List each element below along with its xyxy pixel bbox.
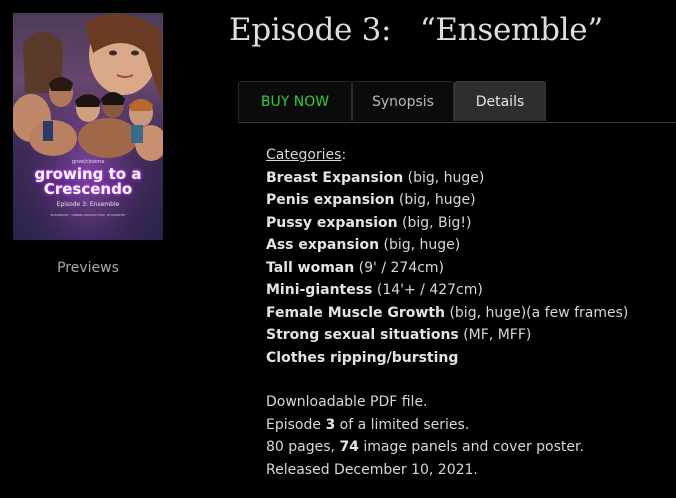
pages-prefix: 80 pages, — [266, 439, 340, 455]
category-name: Ass expansion — [266, 237, 380, 253]
poster-title-line2: Crescendo — [43, 180, 133, 198]
poster-credits: BUSTARTIST · CINEMA PRODUCTION · BUSTART… — [50, 213, 126, 217]
category-detail: (big, huge) — [394, 192, 476, 208]
category-name: Female Muscle Growth — [266, 304, 445, 321]
category-item: Clothes ripping/bursting — [266, 347, 670, 370]
episode-info: Downloadable PDF file. Episode 3 of a li… — [266, 391, 670, 481]
category-detail: (9' / 274cm) — [354, 259, 445, 276]
categories-heading-row: Categories: — [266, 144, 670, 167]
episode-number: 3 — [325, 416, 336, 433]
episode-prefix: Episode — [266, 416, 326, 433]
category-item: Breast Expansion (big, huge) — [266, 167, 670, 190]
panel-count: 74 — [339, 439, 359, 455]
poster-title: growing to a Crescendo — [13, 167, 163, 197]
category-detail: (big, huge)(a few frames) — [445, 304, 629, 321]
category-item: Mini-giantess (14'+ / 427cm) — [266, 279, 670, 302]
page-title: Episode 3: “Ensemble” — [229, 12, 603, 48]
previews-link[interactable]: Previews — [13, 260, 163, 276]
release-date-line: Released December 10, 2021. — [266, 461, 478, 478]
episode-suffix: of a limited series. — [335, 416, 470, 433]
file-type-line: Downloadable PDF file. — [266, 394, 428, 410]
category-item: Pussy expansion (big, Big!) — [266, 212, 670, 235]
category-name: Mini-giantess — [266, 282, 373, 298]
episode-poster[interactable]: grow/cinema growing to a Crescendo Episo… — [13, 13, 163, 240]
categories-heading: Categories — [266, 147, 342, 163]
category-item: Ass expansion (big, huge) — [266, 234, 670, 257]
tab-buy-now[interactable]: BUY NOW — [238, 81, 352, 121]
category-detail: (big, huge) — [403, 169, 485, 186]
category-name: Tall woman — [266, 259, 355, 276]
pages-suffix: image panels and cover poster. — [358, 439, 584, 455]
tab-synopsis[interactable]: Synopsis — [352, 81, 454, 121]
tab-details[interactable]: Details — [454, 81, 546, 121]
category-item: Penis expansion (big, huge) — [266, 189, 670, 212]
category-item: Tall woman (9' / 274cm) — [266, 257, 670, 280]
tab-bar: BUY NOW Synopsis Details — [238, 81, 676, 123]
category-name: Breast Expansion — [266, 169, 404, 186]
details-panel: Categories: Breast Expansion (big, huge)… — [266, 144, 670, 481]
episode-series-line: Episode 3 of a limited series. — [266, 414, 670, 437]
category-item: Strong sexual situations (MF, MFF) — [266, 324, 670, 347]
category-detail: (big, huge) — [379, 237, 461, 253]
category-name: Clothes ripping/bursting — [266, 349, 459, 366]
category-detail: (MF, MFF) — [458, 327, 532, 343]
category-detail: (14'+ / 427cm) — [372, 282, 483, 298]
category-name: Pussy expansion — [266, 214, 398, 231]
category-item: Female Muscle Growth (big, huge)(a few f… — [266, 302, 670, 325]
category-name: Penis expansion — [266, 192, 395, 208]
categories-heading-colon: : — [341, 147, 347, 163]
category-detail: (big, Big!) — [397, 214, 472, 231]
category-name: Strong sexual situations — [266, 327, 459, 343]
poster-subtitle: Episode 3: Ensemble — [56, 201, 120, 208]
pages-line: 80 pages, 74 image panels and cover post… — [266, 436, 670, 459]
category-list: Breast Expansion (big, huge) Penis expans… — [266, 167, 670, 370]
